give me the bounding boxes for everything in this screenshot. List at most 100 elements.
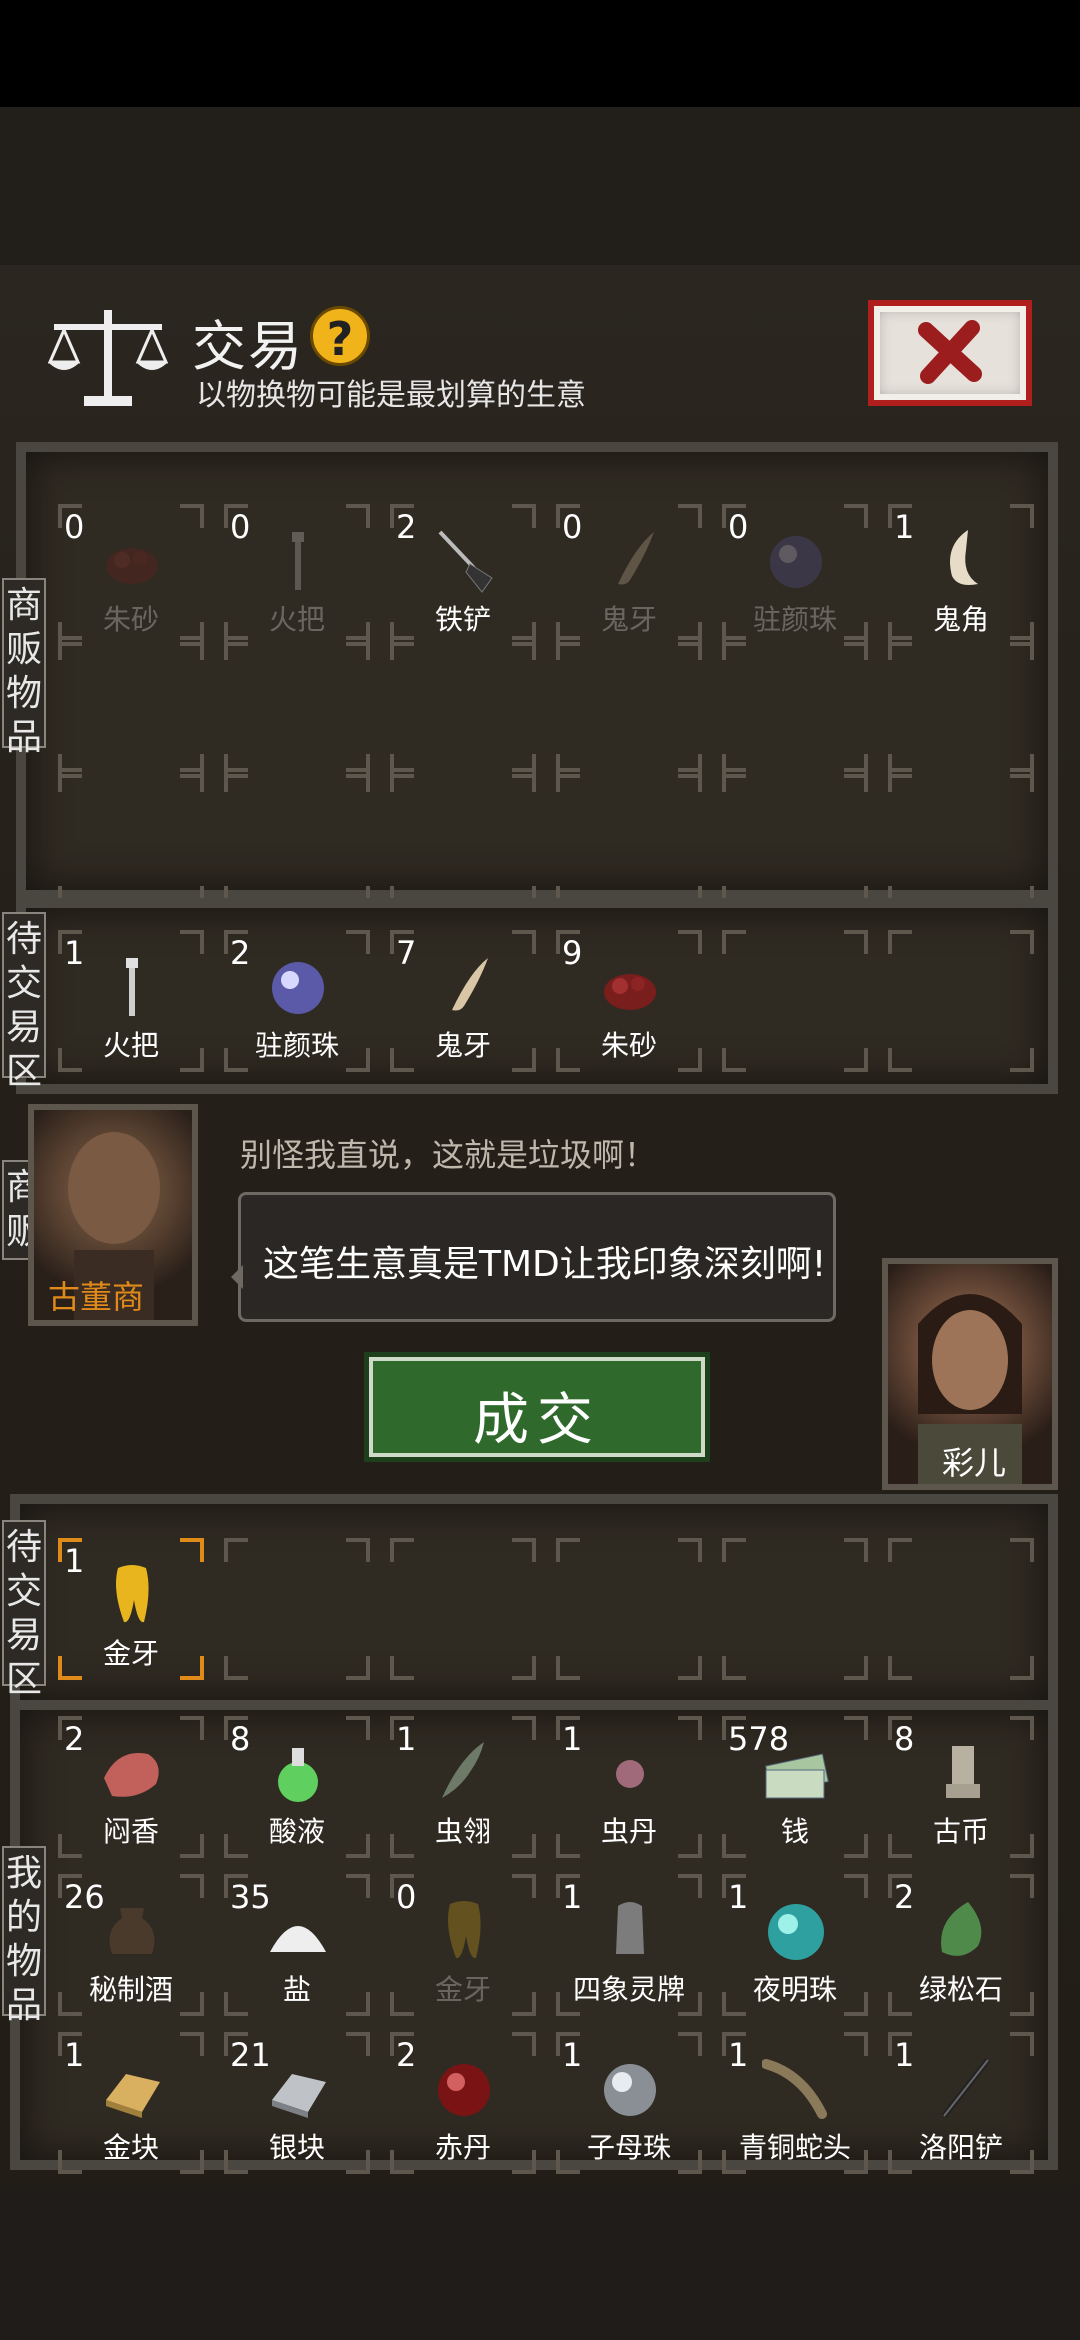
slot-corner [224, 1538, 248, 1562]
my-goods-slot[interactable]: 1 青铜蛇头 [722, 2032, 868, 2174]
item-name: 子母珠 [586, 2131, 671, 2164]
merchant-pending-slot[interactable]: 9 朱砂 [556, 930, 702, 1072]
deal-button[interactable]: 成交 [364, 1352, 710, 1462]
merchant-goods-slot[interactable] [224, 768, 370, 910]
my-pending-slot[interactable] [722, 1538, 868, 1680]
merchant-goods-slot[interactable] [888, 636, 1034, 778]
status-bar [0, 0, 1080, 107]
my-goods-slot[interactable]: 8 古币 [888, 1716, 1034, 1858]
merchant-pending-slot[interactable]: 1 火把 [58, 930, 204, 1072]
my-pending-slot[interactable] [888, 1538, 1034, 1680]
slot-corner [512, 1538, 536, 1562]
slot-corner [346, 2032, 370, 2056]
merchant-goods-slot[interactable] [58, 768, 204, 910]
merchant-goods-slot[interactable]: 1 鬼角 [888, 504, 1034, 646]
merchant-pending-slot[interactable]: 2 驻颜珠 [224, 930, 370, 1072]
merchant-goods-slot[interactable] [556, 768, 702, 910]
slot-corner [346, 1538, 370, 1562]
slot-corner [180, 636, 204, 660]
item-count: 0 [64, 508, 85, 546]
close-button[interactable] [868, 300, 1032, 406]
slot-corner [844, 1048, 868, 1072]
merchant-goods-slot[interactable] [722, 768, 868, 910]
slot-corner [722, 930, 746, 954]
ghost-horn-icon [950, 530, 978, 585]
my-goods-slot[interactable]: 2 绿松石 [888, 1874, 1034, 2016]
slot-corner [346, 1874, 370, 1898]
my-pending-label: 待交易区 [2, 1520, 46, 1700]
my-goods-slot[interactable]: 21 银块 [224, 2032, 370, 2174]
help-icon[interactable]: ? [310, 306, 370, 366]
merchant-pending-slot[interactable]: 7 鬼牙 [390, 930, 536, 1072]
item-count: 1 [562, 1720, 583, 1758]
my-goods-slot[interactable]: 1 虫丹 [556, 1716, 702, 1858]
scales-icon [48, 310, 168, 406]
my-goods-slot[interactable]: 1 四象灵牌 [556, 1874, 702, 2016]
gold-tooth-icon [448, 1901, 481, 1959]
slot-corner [1010, 1538, 1034, 1562]
my-goods-slot[interactable]: 2 闷香 [58, 1716, 204, 1858]
slot-corner [888, 636, 912, 660]
merchant-goods-slot[interactable] [888, 768, 1034, 910]
merchant-goods-slot[interactable] [556, 636, 702, 778]
merchant-goods-slot[interactable]: 0 鬼牙 [556, 504, 702, 646]
slot-corner [844, 504, 868, 528]
item-name: 酸液 [268, 1815, 325, 1848]
my-goods-slot[interactable]: 8 酸液 [224, 1716, 370, 1858]
merchant-goods-slot[interactable] [58, 636, 204, 778]
item-count: 2 [894, 1878, 915, 1916]
my-pending-slot[interactable] [556, 1538, 702, 1680]
my-pending-slot[interactable] [224, 1538, 370, 1680]
merchant-goods-slot[interactable]: 0 火把 [224, 504, 370, 646]
my-pending-slot[interactable] [390, 1538, 536, 1680]
my-goods-slot[interactable]: 1 子母珠 [556, 2032, 702, 2174]
my-goods-slot[interactable]: 1 夜明珠 [722, 1874, 868, 2016]
slot-corner [1010, 2032, 1034, 2056]
my-goods-slot[interactable]: 26 秘制酒 [58, 1874, 204, 2016]
slot-corner [390, 1538, 414, 1562]
slot-corner [512, 2032, 536, 2056]
slot-corner [390, 636, 414, 660]
torch-icon [126, 958, 138, 1016]
my-goods-slot[interactable]: 1 虫翎 [390, 1716, 536, 1858]
merchant-goods-slot[interactable]: 2 铁铲 [390, 504, 536, 646]
slot-corner [1010, 1656, 1034, 1680]
merchant-pending-slot[interactable] [888, 930, 1034, 1072]
merchant-goods-slot[interactable]: 0 驻颜珠 [722, 504, 868, 646]
my-goods-slot[interactable]: 1 金块 [58, 2032, 204, 2174]
my-goods-slot[interactable]: 578 钱 [722, 1716, 868, 1858]
item-name: 四象灵牌 [572, 1973, 685, 2006]
my-goods-slot[interactable]: 1 洛阳铲 [888, 2032, 1034, 2174]
my-goods-slot[interactable]: 2 赤丹 [390, 2032, 536, 2174]
my-pending-slot[interactable]: 1 金牙 [58, 1538, 204, 1680]
luoyang-shovel-icon [941, 2058, 991, 2118]
merchant-goods-slot[interactable] [224, 636, 370, 778]
item-name: 钱 [780, 1815, 809, 1848]
merchant-goods-slot[interactable]: 0 朱砂 [58, 504, 204, 646]
item-name: 金牙 [434, 1973, 491, 2006]
item-name: 虫丹 [600, 1815, 657, 1848]
merchant-goods-slot[interactable] [722, 636, 868, 778]
item-name: 金块 [102, 2131, 159, 2164]
my-goods-slot[interactable]: 0 金牙 [390, 1874, 536, 2016]
slot-corner [888, 1048, 912, 1072]
acid-flask-icon [278, 1748, 318, 1802]
item-count: 578 [728, 1720, 790, 1758]
gold-tooth-icon [116, 1565, 149, 1623]
tablet-icon [616, 1902, 644, 1954]
merchant-goods-slot[interactable] [390, 636, 536, 778]
merchant-goods-slot[interactable] [390, 768, 536, 910]
merchant-pending-slot[interactable] [722, 930, 868, 1072]
cinnabar-icon [604, 974, 656, 1010]
item-name: 鬼牙 [600, 603, 657, 636]
slot-corner [180, 1716, 204, 1740]
slot-corner [844, 636, 868, 660]
slot-corner [888, 768, 912, 792]
slot-corner [844, 1656, 868, 1680]
dialog-text: 这笔生意真是TMD让我印象深刻啊! [263, 1244, 827, 1285]
slot-corner [1010, 1716, 1034, 1740]
my-goods-slot[interactable]: 35 盐 [224, 1874, 370, 2016]
slot-corner [512, 930, 536, 954]
turquoise-icon [941, 1902, 982, 1956]
slot-corner [1010, 768, 1034, 792]
